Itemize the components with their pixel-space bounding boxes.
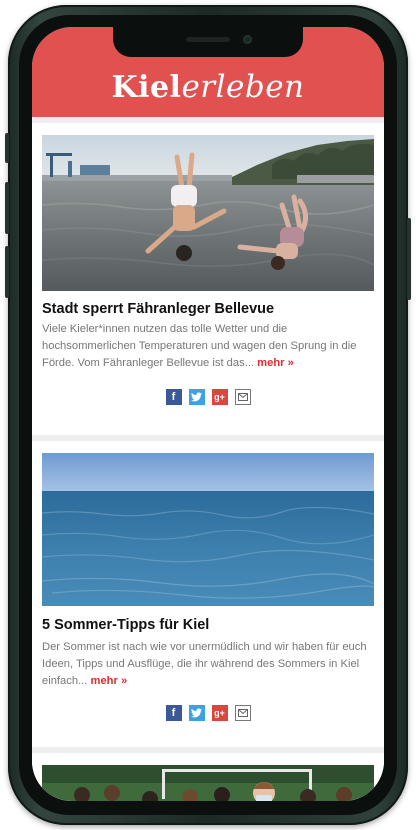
article-card [32,753,384,801]
twitter-icon [191,392,202,402]
envelope-icon [237,393,248,401]
facebook-share-button[interactable]: f [165,389,182,405]
twitter-share-button[interactable] [188,389,205,405]
excerpt-text: Viele Kieler*innen nutzen das tolle Wett… [42,323,357,369]
envelope-icon [237,709,248,717]
twitter-icon [191,708,202,718]
phone-screen: Kielerleben Stadt sperrt Fähranleger Bel… [32,27,384,801]
article-title[interactable]: 5 Sommer-Tipps für Kiel [42,617,374,633]
googleplus-icon: g+ [214,708,225,718]
googleplus-icon: g+ [214,392,225,402]
sea-photo[interactable] [42,453,374,606]
article-excerpt: Viele Kieler*innen nutzen das tolle Wett… [42,321,372,372]
team-photo[interactable] [42,765,374,801]
volume-down-button [5,246,9,298]
volume-up-button [5,182,9,234]
harbor-jumpers-photo[interactable] [42,135,374,291]
facebook-share-button[interactable]: f [165,705,182,721]
logo-part-erleben: erleben [181,69,305,105]
email-share-button[interactable] [234,389,251,405]
article-card: 5 Sommer-Tipps für Kiel Der Sommer ist n… [32,441,384,747]
notch [113,27,303,57]
silent-switch [5,133,9,163]
kielerleben-logo[interactable]: Kielerleben [32,69,384,105]
power-button [407,218,411,300]
article-title[interactable]: Stadt sperrt Fähranleger Bellevue [42,301,374,317]
googleplus-share-button[interactable]: g+ [211,389,228,405]
speaker-grille [186,37,230,42]
article-card: Stadt sperrt Fähranleger Bellevue Viele … [32,123,384,435]
front-camera [243,35,252,44]
phone-mockup: Kielerleben Stadt sperrt Fähranleger Bel… [0,0,416,830]
share-buttons: f g+ [32,389,384,405]
facebook-icon: f [171,707,176,719]
twitter-share-button[interactable] [188,705,205,721]
logo-part-kiel: Kiel [111,70,182,105]
email-share-button[interactable] [234,705,251,721]
googleplus-share-button[interactable]: g+ [211,705,228,721]
article-feed[interactable]: Stadt sperrt Fähranleger Bellevue Viele … [32,117,384,801]
share-buttons: f g+ [32,705,384,721]
read-more-link[interactable]: mehr » [91,675,128,687]
article-excerpt: Der Sommer ist nach wie vor unermüdlich … [42,639,372,690]
read-more-link[interactable]: mehr » [257,357,294,369]
facebook-icon: f [171,391,176,403]
